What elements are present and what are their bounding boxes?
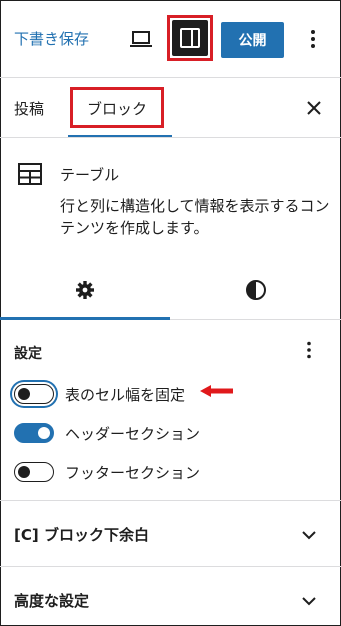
- vertical-ellipsis-icon: [307, 341, 311, 359]
- block-card: テーブル 行と列に構造化して情報を表示するコンテンツを作成します。: [0, 138, 341, 260]
- chevron-down-icon: [302, 596, 316, 605]
- table-icon: [18, 163, 42, 185]
- vertical-ellipsis-icon: [311, 30, 315, 48]
- toggle-label: ヘッダーセクション: [65, 424, 201, 443]
- toggle-footer-section[interactable]: フッターセクション: [14, 460, 200, 484]
- save-draft-button[interactable]: 下書き保存: [14, 28, 89, 49]
- toggle-switch[interactable]: [14, 423, 54, 443]
- panel-title: 設定: [14, 346, 42, 362]
- half-circle-icon: [245, 280, 266, 300]
- expand-button[interactable]: [299, 525, 319, 545]
- block-description: 行と列に構造化して情報を表示するコンテンツを作成します。: [60, 197, 330, 237]
- toggle-fixed-width[interactable]: 表のセル幅を固定: [14, 382, 185, 406]
- close-sidebar-button[interactable]: [304, 98, 324, 118]
- toggle-switch[interactable]: [14, 462, 54, 482]
- tab-settings[interactable]: [0, 260, 170, 320]
- section-title: 高度な設定: [14, 592, 90, 610]
- section-block-bottom-margin[interactable]: [C] ブロック下余白: [0, 501, 341, 567]
- toggle-label: 表のセル幅を固定: [65, 385, 186, 404]
- gear-icon: [76, 281, 94, 299]
- red-arrow-icon: [200, 385, 233, 397]
- expand-button[interactable]: [299, 591, 319, 611]
- settings-toggle-button[interactable]: [172, 20, 208, 56]
- editor-toolbar: 下書き保存 公開: [0, 0, 341, 78]
- tab-styles[interactable]: [170, 260, 341, 320]
- laptop-icon: [130, 31, 152, 47]
- section-title: [C] ブロック下余白: [14, 526, 149, 544]
- sidebar-tabs: 投稿 ブロック: [0, 78, 341, 138]
- chevron-down-icon: [302, 530, 316, 539]
- section-advanced-settings[interactable]: 高度な設定: [0, 567, 341, 626]
- toggle-label: フッターセクション: [65, 463, 201, 482]
- panel-options-button[interactable]: [300, 339, 318, 361]
- active-tab-indicator: [68, 135, 172, 137]
- tab-post[interactable]: 投稿: [14, 98, 44, 119]
- publish-button[interactable]: 公開: [221, 22, 284, 58]
- block-title: テーブル: [60, 166, 120, 184]
- tab-block[interactable]: ブロック: [87, 98, 147, 119]
- sidebar-toggle-icon: [180, 28, 200, 48]
- block-inspector-tabs: [0, 260, 341, 320]
- preview-button[interactable]: [124, 24, 158, 54]
- toggle-header-section[interactable]: ヘッダーセクション: [14, 421, 200, 445]
- settings-highlight-box: [167, 15, 213, 61]
- settings-panel: 設定 表のセル幅を固定 ヘッダーセクション フッターセクション: [0, 320, 341, 501]
- options-menu-button[interactable]: [302, 24, 324, 54]
- close-icon: [307, 101, 321, 115]
- toggle-switch[interactable]: [14, 384, 54, 404]
